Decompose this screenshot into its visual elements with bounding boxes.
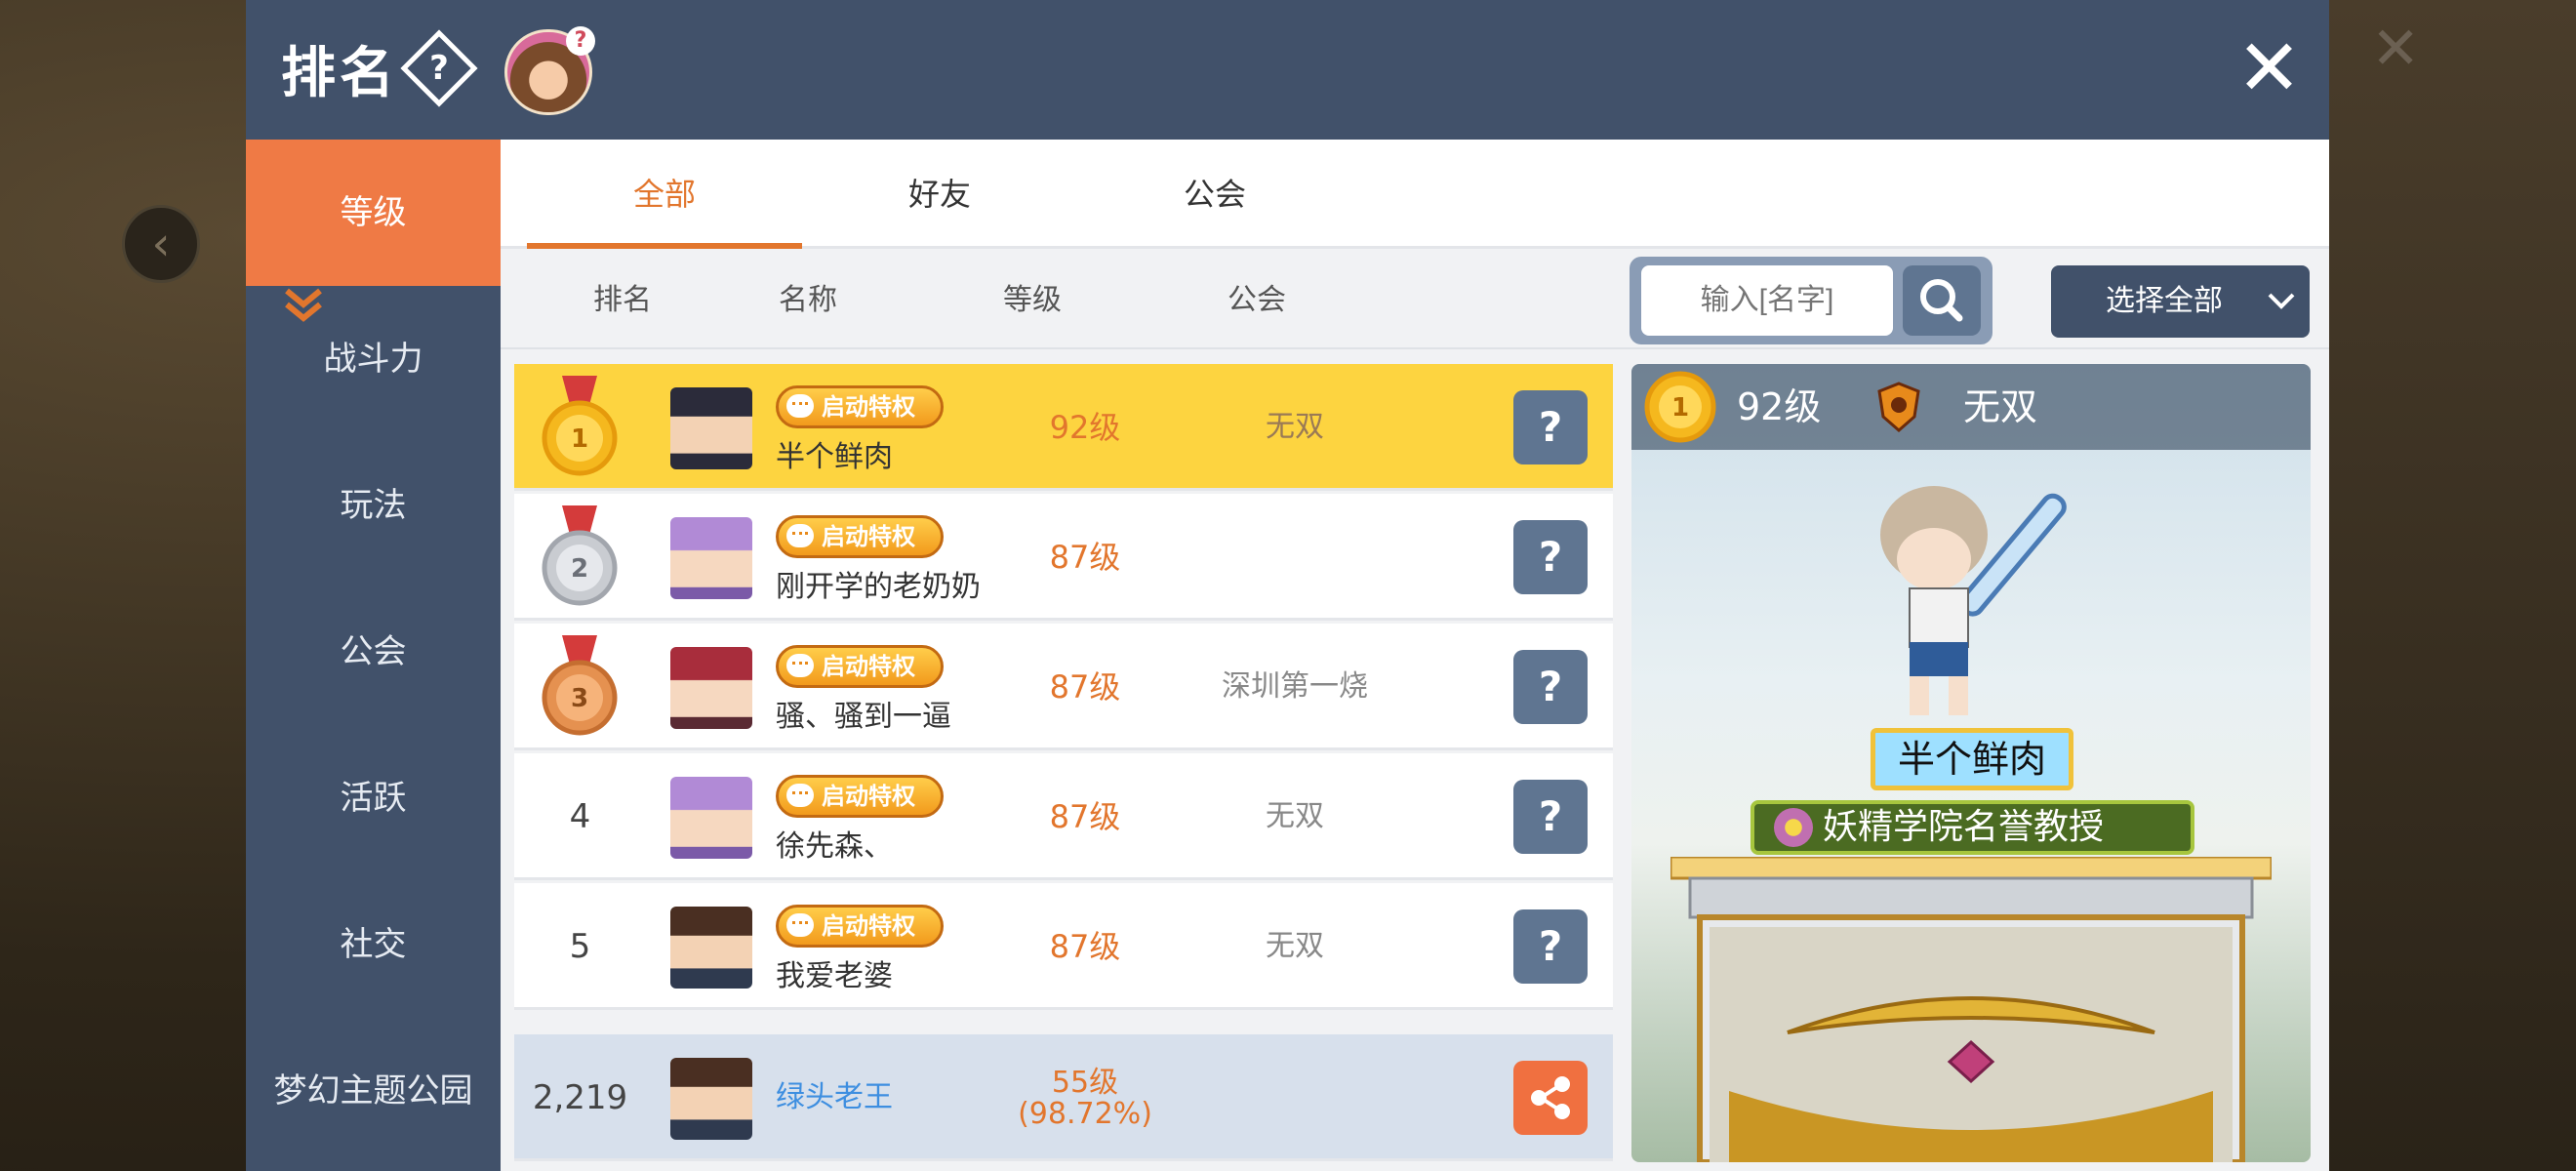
privilege-badge[interactable]: 启动特权 (776, 385, 944, 428)
avatar (670, 647, 752, 729)
info-button[interactable]: ? (1513, 780, 1588, 854)
chevron-down-icon (2267, 265, 2296, 365)
tab-friends[interactable]: 好友 (802, 140, 1077, 249)
my-level: 55级 (1051, 1066, 1119, 1100)
background-right-panel (2329, 0, 2576, 1171)
preview-info-bar: 1 92级 无双 (1631, 364, 2311, 450)
table-row[interactable]: 5 启动特权 我爱老婆 87级 无双 ? (514, 883, 1613, 1010)
my-rank-row[interactable]: 2,219 绿头老王 55级 (98.72%) (514, 1034, 1613, 1161)
my-level-progress: (98.72%) (1018, 1097, 1152, 1131)
mascot-help-icon[interactable]: ? (504, 26, 595, 115)
filter-dropdown-label: 选择全部 (2106, 284, 2223, 318)
table-row[interactable]: 1 启动特权 半个鲜肉 92级 无双 ? (514, 364, 1613, 491)
sidebar-item-level[interactable]: 等级 (246, 140, 501, 286)
avatar (670, 907, 752, 989)
privilege-badge[interactable]: 启动特权 (776, 775, 944, 818)
close-icon[interactable]: ✕ (2236, 29, 2302, 107)
table-row[interactable]: 3 启动特权 骚、骚到一逼 87级 深圳第一烧 ? (514, 624, 1613, 750)
panel-header: 排名 ? ? ✕ (246, 0, 2329, 140)
player-level: 87级 (1049, 539, 1121, 576)
player-level: 87级 (1049, 928, 1121, 965)
column-level: 等级 (1003, 283, 1062, 317)
player-level: 92级 (1049, 409, 1121, 446)
table-row[interactable]: 2 启动特权 刚开学的老奶奶 87级 ? (514, 494, 1613, 621)
preview-player-name: 半个鲜肉 (1871, 728, 2073, 790)
player-name: 半个鲜肉 (776, 440, 893, 474)
search-icon (1920, 279, 1963, 322)
player-name: 我爱老婆 (776, 959, 893, 993)
info-button[interactable]: ? (1513, 390, 1588, 464)
sidebar-item-social[interactable]: 社交 (246, 871, 501, 1018)
mascot-question-badge: ? (566, 26, 595, 56)
share-icon (1531, 1076, 1570, 1119)
player-level: 87级 (1049, 668, 1121, 706)
player-level: 87级 (1049, 798, 1121, 835)
wechat-icon (786, 654, 814, 677)
gold-medal-icon: 1 (1644, 371, 1716, 443)
scope-tabs: 全部 好友 公会 (501, 140, 2329, 249)
filter-dropdown[interactable]: 选择全部 (2051, 265, 2310, 338)
svg-text:3: 3 (571, 684, 588, 713)
wechat-icon (786, 913, 814, 937)
column-rank[interactable]: 排名 (593, 252, 652, 349)
privilege-badge[interactable]: 启动特权 (776, 645, 944, 688)
gold-medal-icon: 1 (542, 376, 618, 476)
table-row[interactable]: 4 启动特权 徐先森、 87级 无双 ? (514, 753, 1613, 880)
svg-text:1: 1 (571, 424, 588, 454)
privilege-badge[interactable]: 启动特权 (776, 905, 944, 948)
bronze-medal-icon: 3 (542, 635, 618, 736)
svg-text:2: 2 (571, 554, 588, 584)
background-close-icon: ✕ (2371, 15, 2421, 83)
sidebar-item-guild[interactable]: 公会 (246, 579, 501, 725)
sidebar-item-activity[interactable]: 活跃 (246, 725, 501, 871)
page-title: 排名 (281, 42, 398, 105)
avatar (670, 777, 752, 859)
rank-number: 4 (569, 797, 591, 836)
avatar (670, 387, 752, 469)
character-sprite (1880, 486, 2067, 715)
preview-guild: 无双 (1963, 385, 2038, 428)
sidebar-item-gameplay[interactable]: 玩法 (246, 432, 501, 579)
avatar (670, 1058, 752, 1140)
avatar (670, 517, 752, 599)
podium-pedestal (1670, 857, 2272, 1162)
flower-icon (1774, 808, 1813, 847)
player-guild: 无双 (1266, 929, 1324, 963)
wechat-icon (786, 394, 814, 418)
player-guild: 无双 (1266, 799, 1324, 833)
search-box (1630, 257, 1992, 344)
sidebar-item-dream-park[interactable]: 梦幻主题公园 (246, 1018, 501, 1164)
info-button[interactable]: ? (1513, 909, 1588, 984)
player-name: 骚、骚到一逼 (776, 700, 951, 734)
share-button[interactable] (1513, 1061, 1588, 1135)
sort-chevron-icon[interactable] (283, 285, 324, 324)
search-input[interactable] (1641, 265, 1893, 336)
privilege-badge[interactable]: 启动特权 (776, 515, 944, 558)
player-guild: 深圳第一烧 (1222, 669, 1368, 704)
player-name: 刚开学的老奶奶 (776, 570, 981, 604)
background-back-arrow-icon: ‹ (122, 205, 200, 283)
player-name: 徐先森、 (776, 829, 893, 864)
wechat-icon (786, 524, 814, 547)
column-name: 名称 (779, 283, 837, 317)
top-player-preview: 1 92级 无双 半个鲜肉 妖精学院名誉教授 (1631, 364, 2311, 1162)
preview-player-title: 妖精学院名誉教授 (1751, 800, 2194, 855)
silver-medal-icon: 2 (542, 505, 618, 606)
info-button[interactable]: ? (1513, 520, 1588, 594)
tab-all[interactable]: 全部 (527, 140, 802, 249)
my-player-name: 绿头老王 (776, 1080, 893, 1114)
guild-emblem-icon (1877, 382, 1920, 432)
svg-text:1: 1 (1671, 393, 1689, 423)
help-icon[interactable]: ? (400, 29, 478, 107)
tab-guild[interactable]: 公会 (1077, 140, 1352, 249)
info-button[interactable]: ? (1513, 650, 1588, 724)
player-guild: 无双 (1266, 410, 1324, 444)
search-button[interactable] (1903, 265, 1981, 336)
column-guild: 公会 (1228, 283, 1286, 317)
my-rank-number: 2,219 (532, 1078, 628, 1117)
preview-level: 92级 (1737, 385, 1822, 428)
wechat-icon (786, 784, 814, 807)
rank-number: 5 (569, 927, 591, 966)
